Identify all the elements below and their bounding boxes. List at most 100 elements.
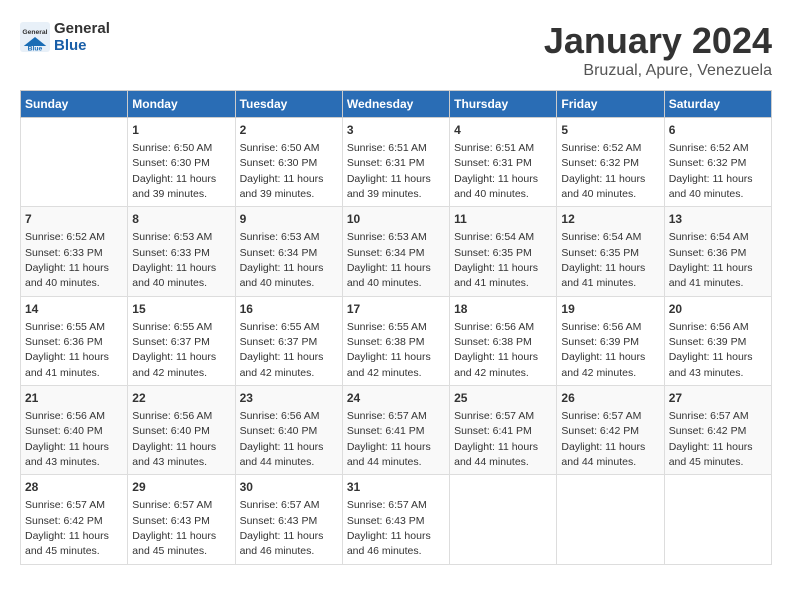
sunrise-text: Sunrise: 6:56 AM [669,321,749,333]
sunrise-text: Sunrise: 6:57 AM [561,410,641,422]
sunrise-text: Sunrise: 6:53 AM [240,231,320,243]
calendar-cell: 25 Sunrise: 6:57 AM Sunset: 6:41 PM Dayl… [450,386,557,475]
sunrise-text: Sunrise: 6:56 AM [561,321,641,333]
sunrise-text: Sunrise: 6:57 AM [347,499,427,511]
date-number: 23 [240,390,338,407]
sunrise-text: Sunrise: 6:56 AM [454,321,534,333]
sunset-text: Sunset: 6:31 PM [454,157,532,169]
daylight-text: Daylight: 11 hours and 41 minutes. [454,262,538,289]
date-number: 16 [240,301,338,318]
sunrise-text: Sunrise: 6:54 AM [454,231,534,243]
sunset-text: Sunset: 6:31 PM [347,157,425,169]
daylight-text: Daylight: 11 hours and 43 minutes. [132,441,216,468]
sunrise-text: Sunrise: 6:56 AM [25,410,105,422]
calendar-cell [664,475,771,564]
sunset-text: Sunset: 6:40 PM [240,425,318,437]
col-monday: Monday [128,91,235,118]
sunset-text: Sunset: 6:37 PM [240,336,318,348]
sunset-text: Sunset: 6:30 PM [240,157,318,169]
sunrise-text: Sunrise: 6:54 AM [669,231,749,243]
date-number: 1 [132,122,230,139]
sunset-text: Sunset: 6:30 PM [132,157,210,169]
sunset-text: Sunset: 6:35 PM [561,247,639,259]
sunrise-text: Sunrise: 6:52 AM [669,142,749,154]
calendar-cell: 5 Sunrise: 6:52 AM Sunset: 6:32 PM Dayli… [557,118,664,207]
calendar-cell: 10 Sunrise: 6:53 AM Sunset: 6:34 PM Dayl… [342,207,449,296]
calendar-cell: 12 Sunrise: 6:54 AM Sunset: 6:35 PM Dayl… [557,207,664,296]
calendar-cell: 22 Sunrise: 6:56 AM Sunset: 6:40 PM Dayl… [128,386,235,475]
sunrise-text: Sunrise: 6:57 AM [669,410,749,422]
date-number: 25 [454,390,552,407]
sunset-text: Sunset: 6:43 PM [240,515,318,527]
sunset-text: Sunset: 6:39 PM [669,336,747,348]
logo-icon: General Blue [20,22,50,52]
daylight-text: Daylight: 11 hours and 43 minutes. [669,351,753,378]
sunset-text: Sunset: 6:33 PM [25,247,103,259]
date-number: 21 [25,390,123,407]
calendar-cell: 8 Sunrise: 6:53 AM Sunset: 6:33 PM Dayli… [128,207,235,296]
calendar-cell: 13 Sunrise: 6:54 AM Sunset: 6:36 PM Dayl… [664,207,771,296]
date-number: 2 [240,122,338,139]
sunset-text: Sunset: 6:39 PM [561,336,639,348]
sunrise-text: Sunrise: 6:55 AM [347,321,427,333]
date-number: 29 [132,479,230,496]
date-number: 10 [347,211,445,228]
col-wednesday: Wednesday [342,91,449,118]
daylight-text: Daylight: 11 hours and 42 minutes. [240,351,324,378]
date-number: 8 [132,211,230,228]
date-number: 7 [25,211,123,228]
sunrise-text: Sunrise: 6:57 AM [25,499,105,511]
sunset-text: Sunset: 6:43 PM [132,515,210,527]
daylight-text: Daylight: 11 hours and 40 minutes. [25,262,109,289]
calendar-cell: 20 Sunrise: 6:56 AM Sunset: 6:39 PM Dayl… [664,296,771,385]
calendar-title: January 2024 [544,20,772,62]
sunrise-text: Sunrise: 6:52 AM [561,142,641,154]
calendar-cell: 7 Sunrise: 6:52 AM Sunset: 6:33 PM Dayli… [21,207,128,296]
calendar-cell: 29 Sunrise: 6:57 AM Sunset: 6:43 PM Dayl… [128,475,235,564]
col-sunday: Sunday [21,91,128,118]
date-number: 28 [25,479,123,496]
sunset-text: Sunset: 6:38 PM [347,336,425,348]
daylight-text: Daylight: 11 hours and 39 minutes. [132,173,216,200]
daylight-text: Daylight: 11 hours and 41 minutes. [561,262,645,289]
daylight-text: Daylight: 11 hours and 39 minutes. [240,173,324,200]
date-number: 24 [347,390,445,407]
sunset-text: Sunset: 6:35 PM [454,247,532,259]
date-number: 20 [669,301,767,318]
sunset-text: Sunset: 6:36 PM [25,336,103,348]
date-number: 18 [454,301,552,318]
daylight-text: Daylight: 11 hours and 45 minutes. [669,441,753,468]
daylight-text: Daylight: 11 hours and 45 minutes. [25,530,109,557]
sunset-text: Sunset: 6:32 PM [561,157,639,169]
sunrise-text: Sunrise: 6:53 AM [347,231,427,243]
daylight-text: Daylight: 11 hours and 40 minutes. [240,262,324,289]
sunset-text: Sunset: 6:37 PM [132,336,210,348]
calendar-table: Sunday Monday Tuesday Wednesday Thursday… [20,90,772,565]
week-row-2: 7 Sunrise: 6:52 AM Sunset: 6:33 PM Dayli… [21,207,772,296]
sunset-text: Sunset: 6:42 PM [25,515,103,527]
calendar-cell: 26 Sunrise: 6:57 AM Sunset: 6:42 PM Dayl… [557,386,664,475]
col-friday: Friday [557,91,664,118]
logo-general-text: General [54,20,110,37]
daylight-text: Daylight: 11 hours and 42 minutes. [132,351,216,378]
daylight-text: Daylight: 11 hours and 39 minutes. [347,173,431,200]
title-block: January 2024 Bruzual, Apure, Venezuela [544,20,772,80]
sunset-text: Sunset: 6:41 PM [454,425,532,437]
sunrise-text: Sunrise: 6:55 AM [240,321,320,333]
col-thursday: Thursday [450,91,557,118]
sunset-text: Sunset: 6:32 PM [669,157,747,169]
sunset-text: Sunset: 6:34 PM [347,247,425,259]
week-row-5: 28 Sunrise: 6:57 AM Sunset: 6:42 PM Dayl… [21,475,772,564]
date-number: 22 [132,390,230,407]
sunrise-text: Sunrise: 6:55 AM [25,321,105,333]
logo: General Blue General Blue [20,20,110,54]
calendar-cell: 14 Sunrise: 6:55 AM Sunset: 6:36 PM Dayl… [21,296,128,385]
sunset-text: Sunset: 6:42 PM [561,425,639,437]
sunset-text: Sunset: 6:40 PM [132,425,210,437]
week-row-4: 21 Sunrise: 6:56 AM Sunset: 6:40 PM Dayl… [21,386,772,475]
svg-text:Blue: Blue [28,46,43,53]
daylight-text: Daylight: 11 hours and 44 minutes. [454,441,538,468]
sunrise-text: Sunrise: 6:56 AM [240,410,320,422]
header-row: Sunday Monday Tuesday Wednesday Thursday… [21,91,772,118]
calendar-cell: 17 Sunrise: 6:55 AM Sunset: 6:38 PM Dayl… [342,296,449,385]
